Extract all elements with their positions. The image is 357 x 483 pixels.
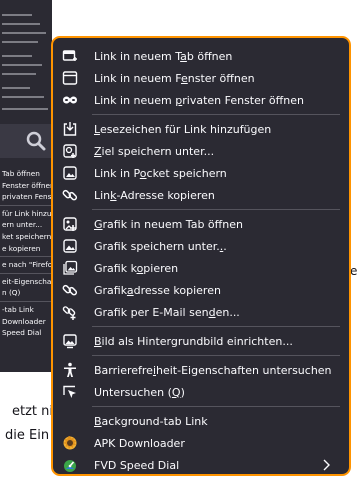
background-menu-item: Tab öffnen (2, 169, 40, 178)
menu-item-apk-downloader[interactable]: APK Downloader (53, 432, 349, 454)
context-menu: Link in neuem Tab öffnen Link in neuem Fe… (51, 36, 351, 476)
email-link-icon (62, 304, 78, 320)
image-new-tab-icon (62, 216, 78, 232)
background-menu-item: -tab Link (2, 304, 34, 314)
menu-item-link-in-neuem-privaten-fenster-öffnen[interactable]: Link in neuem privaten Fenster öffnen (53, 89, 349, 111)
background-menu-item: ket speichern (2, 231, 52, 241)
background-separator (0, 256, 52, 258)
menu-item-untersuchen-q[interactable]: Untersuchen (Q) (53, 381, 349, 403)
inspect-cursor-icon (62, 384, 78, 400)
page-text-fragment: e. (350, 264, 357, 278)
menu-item-label: Grafik in neuem Tab öffnen (94, 217, 243, 231)
background-menu-items: Tab öffnen Fenster öffnen privaten Fenst fü… (0, 168, 52, 339)
mini-line (2, 64, 42, 66)
menu-item-link-in-neuem-fenster-öffnen[interactable]: Link in neuem Fenster öffnen (53, 67, 349, 89)
menu-item-link-in-neuem-tab-öffnen[interactable]: Link in neuem Tab öffnen (53, 45, 349, 67)
menu-item-label: Grafikadresse kopieren (94, 283, 221, 297)
background-separator (0, 204, 52, 206)
mini-line (2, 55, 32, 57)
mini-line (2, 14, 32, 16)
mini-line (2, 87, 30, 89)
background-menu-item: e nach "Firefox" (2, 260, 52, 270)
menu-item-fvd-speed-dial[interactable]: FVD Speed Dial (53, 454, 349, 476)
mini-line (2, 23, 40, 25)
image-copy-icon (62, 260, 78, 276)
private-mask-icon (62, 92, 78, 108)
mini-line (2, 41, 38, 43)
menu-item-grafikadresse-kopieren[interactable]: Grafikadresse kopieren (53, 279, 349, 301)
background-menu-item: für Link hinzufü (2, 208, 52, 218)
menu-separator (92, 326, 340, 327)
apk-downloader-icon (62, 435, 78, 451)
fvd-speed-dial-icon (62, 457, 78, 473)
search-box[interactable] (0, 124, 52, 158)
image-save-icon (62, 238, 78, 254)
menu-item-grafik-speichern-unter[interactable]: Grafik speichern unter... (53, 235, 349, 257)
menu-item-label: Ziel speichern unter... (94, 144, 215, 158)
mini-line (2, 32, 46, 34)
page-text-fragment: die Ein (5, 428, 50, 443)
menu-item-grafik-kopieren[interactable]: Grafik kopieren (53, 257, 349, 279)
new-tab-icon (62, 48, 78, 64)
background-menu-item: privaten Fenst (2, 192, 52, 202)
background-mini-menu (0, 0, 52, 124)
background-menu-item: ern unter... (2, 220, 43, 230)
background-menu-item: eit-Eigenschaften (2, 276, 52, 286)
menu-item-label: Link in neuem privaten Fenster öffnen (94, 93, 304, 107)
menu-item-label: FVD Speed Dial (94, 458, 180, 472)
menu-separator (92, 355, 340, 356)
menu-item-label: Grafik per E-Mail senden... (94, 305, 240, 319)
accessibility-icon (62, 362, 78, 378)
menu-item-label: Link-Adresse kopieren (94, 188, 215, 202)
menu-item-barrierefreiheit-eigenschaften-untersuchen[interactable]: Barrierefreiheit-Eigenschaften untersuch… (53, 359, 349, 381)
menu-item-label: Grafik kopieren (94, 261, 179, 275)
menu-item-label: APK Downloader (94, 436, 185, 450)
menu-item-label: Barrierefreiheit-Eigenschaften untersuch… (94, 363, 332, 377)
search-icon[interactable] (26, 131, 46, 151)
menu-item-label: Link in Pocket speichern (94, 166, 227, 180)
mini-line (2, 108, 48, 110)
chevron-right-icon (321, 458, 333, 472)
mini-line (2, 73, 36, 75)
pocket-icon (62, 165, 78, 181)
menu-separator (92, 406, 340, 407)
link-icon (62, 187, 78, 203)
link-icon (62, 282, 78, 298)
menu-separator (92, 209, 340, 210)
background-menu-item: Speed Dial (2, 328, 42, 338)
background-menu: Tab öffnen Fenster öffnen privaten Fenst fü… (0, 0, 52, 372)
new-window-icon (62, 70, 78, 86)
menu-item-grafik-per-e-mail-senden[interactable]: Grafik per E-Mail senden... (53, 301, 349, 323)
background-menu-item: n (Q) (2, 288, 21, 298)
menu-item-label: Untersuchen (Q) (94, 385, 185, 399)
menu-item-label: Lesezeichen für Link hinzufügen (94, 122, 272, 136)
wallpaper-icon (62, 333, 78, 349)
background-menu-item: Fenster öffnen (2, 180, 52, 190)
menu-item-bild-als-hintergrundbild-einrichten[interactable]: Bild als Hintergrundbild einrichten... (53, 330, 349, 352)
background-separator (0, 272, 52, 274)
menu-item-background-tab-link[interactable]: Background-tab Link (53, 410, 349, 432)
background-separator (0, 300, 52, 302)
menu-item-grafik-in-neuem-tab-öffnen[interactable]: Grafik in neuem Tab öffnen (53, 213, 349, 235)
menu-item-label: Background-tab Link (94, 414, 208, 428)
menu-item-link-adresse-kopieren[interactable]: Link-Adresse kopieren (53, 184, 349, 206)
menu-item-label: Link in neuem Tab öffnen (94, 49, 233, 63)
menu-item-label: Grafik speichern unter... (94, 239, 227, 253)
menu-item-ziel-speichern-unter[interactable]: Ziel speichern unter... (53, 140, 349, 162)
menu-item-lesezeichen-für-link-hinzufügen[interactable]: Lesezeichen für Link hinzufügen (53, 118, 349, 140)
menu-separator (92, 114, 340, 115)
menu-item-label: Bild als Hintergrundbild einrichten... (94, 334, 293, 348)
mini-line (2, 96, 44, 98)
background-menu-item: Downloader (2, 316, 46, 326)
bookmark-add-icon (62, 121, 78, 137)
menu-item-label: Link in neuem Fenster öffnen (94, 71, 255, 85)
save-icon (62, 143, 78, 159)
background-menu-item: e kopieren (2, 243, 41, 253)
menu-item-link-in-pocket-speichern[interactable]: Link in Pocket speichern (53, 162, 349, 184)
